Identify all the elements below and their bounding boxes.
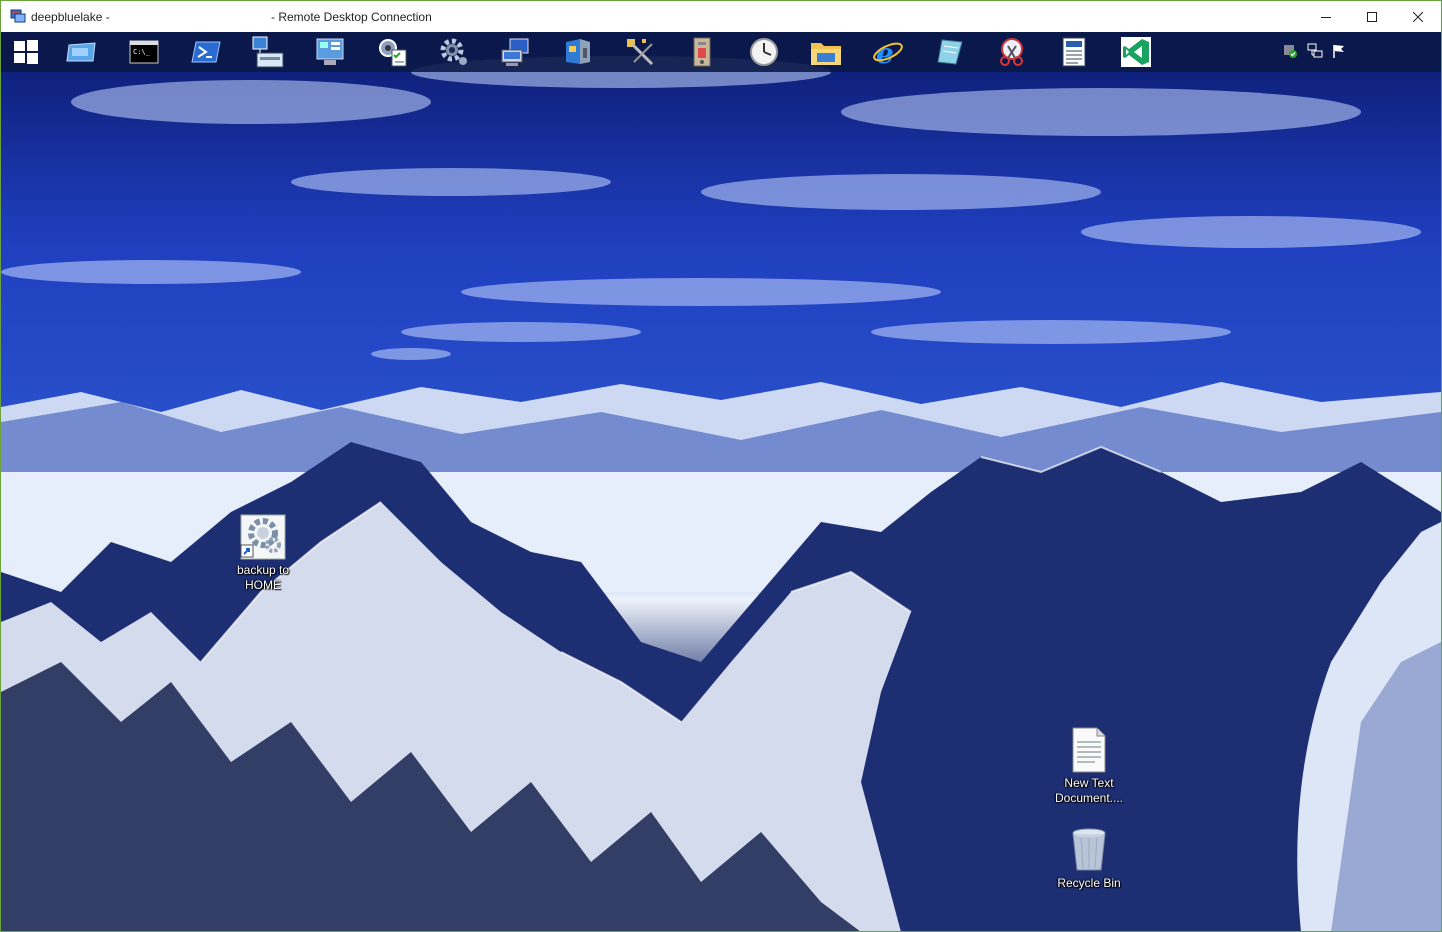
maximize-button[interactable] bbox=[1349, 1, 1395, 32]
taskbar-remote-computer[interactable] bbox=[499, 35, 533, 69]
network-computer-icon bbox=[252, 36, 284, 68]
desktop-icon-recycle-bin[interactable]: Recycle Bin bbox=[1049, 826, 1129, 891]
desktop-icon-label: Recycle Bin bbox=[1057, 876, 1121, 890]
desktop-icon-label: HOME bbox=[245, 578, 281, 592]
internet-explorer-icon: e bbox=[873, 37, 903, 68]
svg-text:e: e bbox=[876, 37, 894, 68]
action-center-flag-icon bbox=[1333, 45, 1344, 58]
command-prompt-icon: C:\_ bbox=[129, 40, 159, 64]
start-button[interactable] bbox=[9, 35, 43, 69]
wallpaper-mountains bbox=[1, 382, 1441, 931]
computer-network-icon bbox=[501, 38, 529, 66]
close-button[interactable] bbox=[1395, 1, 1441, 32]
taskbar-visual-studio[interactable] bbox=[1119, 35, 1153, 69]
windows-logo-icon bbox=[14, 40, 38, 64]
visual-studio-icon bbox=[1121, 37, 1151, 67]
taskbar-command-prompt[interactable]: C:\_ bbox=[127, 35, 161, 69]
minimize-icon bbox=[1321, 16, 1331, 18]
snipping-tool-icon bbox=[1000, 38, 1023, 66]
taskbar-snipping-tool[interactable] bbox=[995, 35, 1029, 69]
text-document-icon bbox=[1072, 727, 1106, 773]
desktop-icon-backup-to-home[interactable]: backup to HOME bbox=[223, 513, 303, 593]
registry-icon bbox=[566, 39, 590, 64]
settings-checklist-icon bbox=[379, 39, 407, 67]
taskbar-wordpad[interactable] bbox=[1057, 35, 1091, 69]
control-panel-icon bbox=[316, 38, 344, 65]
security-shield-icon bbox=[1284, 45, 1297, 58]
remote-desktop[interactable]: C:\_ e backup to HOME New Text Document.… bbox=[1, 32, 1441, 931]
window-title-app: - Remote Desktop Connection bbox=[271, 10, 432, 24]
taskbar-folder-app[interactable] bbox=[65, 35, 99, 69]
recycle-bin-icon bbox=[1072, 828, 1106, 871]
maximize-icon bbox=[1367, 11, 1377, 22]
tools-icon bbox=[627, 39, 654, 66]
desktop-icon-label: backup to bbox=[236, 563, 290, 577]
desktop-icon-label: Document.... bbox=[1054, 791, 1124, 805]
taskbar-gear-app[interactable] bbox=[437, 35, 471, 69]
taskbar-archive[interactable] bbox=[685, 35, 719, 69]
window-title-host: deepbluelake - bbox=[31, 10, 110, 24]
taskbar-internet-explorer[interactable]: e bbox=[871, 35, 905, 69]
archive-icon bbox=[693, 37, 711, 67]
taskbar-task-settings[interactable] bbox=[375, 35, 409, 69]
remote-desktop-app-icon[interactable] bbox=[10, 8, 26, 24]
minimize-button[interactable] bbox=[1303, 1, 1349, 32]
taskbar-tools[interactable] bbox=[623, 35, 657, 69]
taskbar-file-explorer[interactable] bbox=[809, 35, 843, 69]
taskbar-notes[interactable] bbox=[933, 35, 967, 69]
folder-icon bbox=[66, 42, 96, 62]
rdp-window: deepbluelake - - Remote Desktop Connecti… bbox=[0, 0, 1442, 932]
taskbar-network-tool[interactable] bbox=[251, 35, 285, 69]
taskbar-control-panel[interactable] bbox=[313, 35, 347, 69]
clock-icon bbox=[750, 38, 778, 66]
taskbar-registry[interactable] bbox=[561, 35, 595, 69]
desktop-icon-new-text-document[interactable]: New Text Document.... bbox=[1049, 726, 1129, 806]
notepad-icon bbox=[937, 39, 963, 65]
powershell-icon bbox=[191, 41, 221, 63]
desktop-icon-label: New Text bbox=[1064, 776, 1114, 790]
wordpad-icon bbox=[1062, 37, 1086, 67]
tray-action-center[interactable] bbox=[1330, 42, 1348, 60]
taskbar-clock[interactable] bbox=[747, 35, 781, 69]
network-icon bbox=[1307, 43, 1323, 58]
gear-icon bbox=[440, 38, 467, 65]
taskbar-powershell[interactable] bbox=[189, 35, 223, 69]
tray-network[interactable] bbox=[1306, 42, 1324, 60]
shortcut-gear-icon bbox=[240, 514, 286, 560]
file-explorer-icon bbox=[811, 43, 841, 65]
title-bar[interactable]: deepbluelake - - Remote Desktop Connecti… bbox=[1, 1, 1441, 32]
tray-security[interactable] bbox=[1281, 42, 1299, 60]
taskbar: C:\_ e bbox=[1, 32, 1441, 72]
close-icon bbox=[1413, 11, 1423, 22]
svg-text:C:\_: C:\_ bbox=[133, 48, 151, 56]
